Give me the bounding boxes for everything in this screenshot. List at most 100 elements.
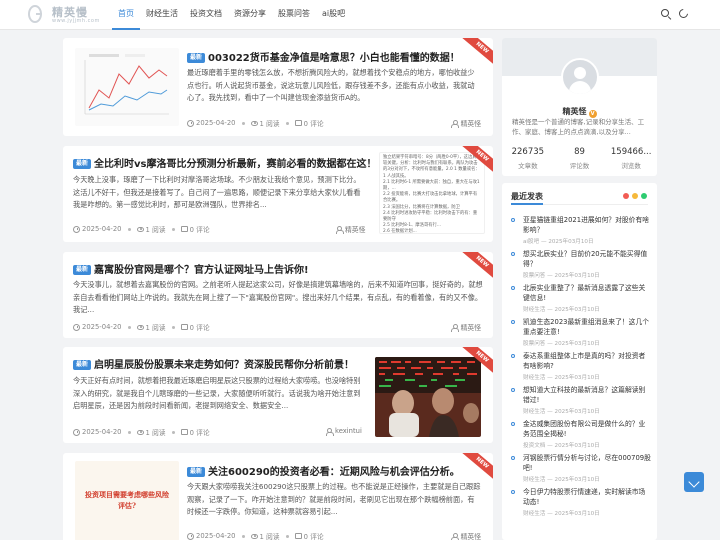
post-title[interactable]: 最新 启明星辰股份股票未来走势如何？资深股民帮你分析前景！: [73, 356, 354, 371]
post-excerpt: 今天没事儿，就想着去嘉寓股份的官网。之前老听人提起这家公司，好像是搞建筑幕墙啥的…: [73, 280, 483, 315]
recent-post-item[interactable]: 金达威集团股份有限公司是做什么的？业务范围全揭秘! 投资文档 — 2025年03月…: [511, 419, 653, 451]
recent-post-item[interactable]: 今日伊力特股票行情速递，实时解读市场动态! 财经生活 — 2025年03月10日: [511, 487, 653, 519]
post-comments[interactable]: 0 评论: [190, 427, 210, 437]
post-thumbnail[interactable]: 独立结果字符串暗号：8分（两胜0-0平），这边真比较关键，分析：比利时与我们有联…: [379, 152, 485, 234]
bullet-icon: [511, 218, 515, 222]
recent-post-meta: 财经生活 — 2025年03月10日: [523, 477, 600, 483]
recent-post-item[interactable]: 想知道大立科技的最新消息？这篇解读别错过! 财经生活 — 2025年03月10日: [511, 385, 653, 417]
post-title[interactable]: 最新 嘉寓股份官网是哪个？官方认证网址马上告诉你!: [73, 261, 309, 276]
post-excerpt: 今天晚上没事，琢磨了一下比利时对摩洛哥这场球。不少朋友让我给个意见，预测下比分。…: [73, 175, 361, 210]
post-author[interactable]: 精英怪: [451, 118, 481, 128]
recent-post-meta: 财经生活 — 2025年03月10日: [523, 409, 600, 415]
post-title[interactable]: 最新 全比利时vs摩洛哥比分预测分析最新，赛前必看的数据都在这！: [73, 155, 377, 170]
eye-icon: [250, 533, 258, 539]
nav-item-finance-life[interactable]: 财经生活: [140, 0, 184, 30]
recent-post-title[interactable]: 北辰实业重整了？最新消息透露了这些关键信息!: [523, 283, 651, 303]
eye-icon: [136, 226, 144, 232]
site-logo[interactable]: 精英慢 www.jyjjmh.com: [28, 4, 108, 26]
post-comments[interactable]: 0 评论: [304, 118, 324, 128]
stat-comments: 89 评论数: [569, 147, 590, 170]
post-thumbnail[interactable]: 投资项目需要考虑哪些风险评估?: [75, 461, 179, 540]
post-thumbnail[interactable]: [75, 48, 179, 126]
dot-red-icon: [623, 193, 629, 199]
post-title[interactable]: 最新 关注600290的投资者必看：近期风险与机会评估分析。: [187, 463, 460, 478]
post-date: 2025-04-20: [82, 428, 122, 436]
post-author[interactable]: kexintui: [325, 427, 362, 436]
recent-post-item[interactable]: 北辰实业重整了？最新消息透露了这些关键信息! 财经生活 — 2025年03月10日: [511, 283, 653, 315]
post-card[interactable]: 投资项目需要考虑哪些风险评估? 最新 关注600290的投资者必看：近期风险与机会…: [63, 453, 493, 540]
clock-icon: [187, 119, 194, 127]
post-title[interactable]: 最新 003022货币基金净值是啥意思？小白也能看懂的数据！: [187, 49, 460, 64]
post-title-text[interactable]: 启明星辰股份股票未来走势如何？资深股民帮你分析前景！: [94, 360, 354, 371]
post-comments[interactable]: 0 评论: [190, 322, 210, 332]
post-card[interactable]: 最新 全比利时vs摩洛哥比分预测分析最新，赛前必看的数据都在这！ 今天晚上没事，琢…: [63, 146, 493, 242]
post-thumbnail[interactable]: [375, 357, 481, 437]
recent-post-title[interactable]: 想买北辰实业？目前价20元能不能买得值得？: [523, 249, 651, 269]
avatar[interactable]: [561, 58, 599, 96]
search-icon[interactable]: [660, 8, 672, 20]
recent-posts-widget: 最近发表 亚星猫链重组2021进展如何？对股价有啥影响？ ai股吧 — 2025年…: [502, 183, 657, 540]
post-meta: 2025-04-20 1 阅读 0 评论: [187, 531, 324, 540]
post-comments[interactable]: 0 评论: [190, 224, 210, 234]
post-title-text[interactable]: 关注600290的投资者必看：近期风险与机会评估分析。: [208, 467, 460, 478]
post-comments[interactable]: 0 评论: [304, 531, 324, 540]
recent-post-item[interactable]: 泰达系重组整体上市是真的吗？对投资者有啥影响? 财经生活 — 2025年03月10…: [511, 351, 653, 383]
recent-post-meta: 投资文档 — 2025年03月10日: [523, 443, 600, 449]
dot-green-icon: [641, 193, 647, 199]
post-title-text[interactable]: 嘉寓股份官网是哪个？官方认证网址马上告诉你!: [94, 265, 309, 276]
post-tag[interactable]: 最新: [73, 360, 92, 370]
post-date: 2025-04-20: [196, 119, 236, 127]
post-card[interactable]: 最新 003022货币基金净值是啥意思？小白也能看懂的数据！ 最近琢磨着手里的零钱…: [63, 38, 493, 136]
post-reads: 1 阅读: [259, 533, 280, 540]
nav-item-ai-stock-forum[interactable]: ai股吧: [316, 0, 351, 30]
post-author[interactable]: 精英怪: [451, 531, 481, 540]
recent-post-title[interactable]: 今日伊力特股票行情速递，实时解读市场动态!: [523, 487, 651, 507]
window-dots: [620, 193, 647, 199]
recent-post-title[interactable]: 金达威集团股份有限公司是做什么的？业务范围全揭秘!: [523, 419, 651, 439]
recent-post-item[interactable]: 河钢股票行情分析与讨论，尽在000709股吧! 财经生活 — 2025年03月10…: [511, 453, 653, 485]
post-author[interactable]: 精英怪: [335, 224, 365, 234]
eye-icon: [136, 324, 144, 330]
post-reads: 1 阅读: [145, 226, 166, 234]
nav-item-home[interactable]: 首页: [112, 0, 140, 30]
recent-post-title[interactable]: 凯迪生态2023最新重组消息来了！这几个重点要注意!: [523, 317, 651, 337]
post-tag[interactable]: 最新: [187, 467, 206, 477]
post-reads: 1 阅读: [259, 120, 280, 128]
post-excerpt: 今天正好有点时间，就想着把我最近琢磨启明星辰这只股票的过程给大家唠唠。也没啥特别…: [73, 376, 361, 411]
post-card[interactable]: 最新 启明星辰股份股票未来走势如何？资深股民帮你分析前景！ 今天正好有点时间，就想…: [63, 347, 493, 443]
bullet-icon: [511, 320, 515, 324]
recent-post-title[interactable]: 想知道大立科技的最新消息？这篇解读别错过!: [523, 385, 651, 405]
recent-post-item[interactable]: 想买北辰实业？目前价20元能不能买得值得？ 股票问答 — 2025年03月10日: [511, 249, 653, 281]
post-card[interactable]: 最新 嘉寓股份官网是哪个？官方认证网址马上告诉你! 今天没事儿，就想着去嘉寓股份的…: [63, 252, 493, 338]
nav-item-stock-qa[interactable]: 股票问答: [272, 0, 316, 30]
recent-post-title[interactable]: 亚星猫链重组2021进展如何？对股价有啥影响？: [523, 215, 651, 235]
comment-icon: [180, 429, 188, 435]
stat-views: 159466... 浏览数: [610, 147, 652, 170]
post-meta: 2025-04-20 1 阅读 0 评论: [73, 427, 210, 437]
post-title-text[interactable]: 全比利时vs摩洛哥比分预测分析最新，赛前必看的数据都在这！: [94, 159, 376, 170]
recent-post-title[interactable]: 河钢股票行情分析与讨论，尽在000709股吧!: [523, 453, 651, 473]
post-tag[interactable]: 最新: [73, 159, 92, 169]
recent-post-meta: 财经生活 — 2025年03月10日: [523, 375, 600, 381]
main-nav: 首页 财经生活 投资文档 资源分享 股票问答 ai股吧: [112, 0, 351, 30]
post-reads: 1 阅读: [145, 429, 166, 437]
bullet-icon: [511, 490, 515, 494]
post-tag[interactable]: 最新: [73, 265, 92, 275]
post-author[interactable]: 精英怪: [451, 322, 481, 332]
nav-item-resources[interactable]: 资源分享: [228, 0, 272, 30]
nav-item-investment-docs[interactable]: 投资文档: [184, 0, 228, 30]
recent-post-item[interactable]: 凯迪生态2023最新重组消息来了！这几个重点要注意! 股票问答 — 2025年03…: [511, 317, 653, 349]
dark-mode-icon[interactable]: [678, 7, 690, 20]
user-icon: [451, 532, 460, 540]
back-to-top-button[interactable]: [684, 472, 704, 492]
recent-post-item[interactable]: 亚星猫链重组2021进展如何？对股价有啥影响？ ai股吧 — 2025年03月10…: [511, 215, 653, 247]
comment-icon: [180, 324, 188, 330]
bullet-icon: [511, 252, 515, 256]
post-meta: 2025-04-20 1 阅读 0 评论: [73, 322, 210, 332]
post-excerpt: 最近琢磨着手里的零钱怎么放，不想折腾风险大的，就想着找个安稳点的地方，哪怕收益少…: [187, 68, 475, 103]
thumbnail-caption: 投资项目需要考虑哪些风险评估?: [85, 490, 169, 510]
recent-post-title[interactable]: 泰达系重组整体上市是真的吗？对投资者有啥影响?: [523, 351, 651, 371]
recent-post-meta: 财经生活 — 2025年03月10日: [523, 511, 600, 517]
post-title-text[interactable]: 003022货币基金净值是啥意思？小白也能看懂的数据！: [208, 53, 460, 64]
post-tag[interactable]: 最新: [187, 53, 206, 63]
